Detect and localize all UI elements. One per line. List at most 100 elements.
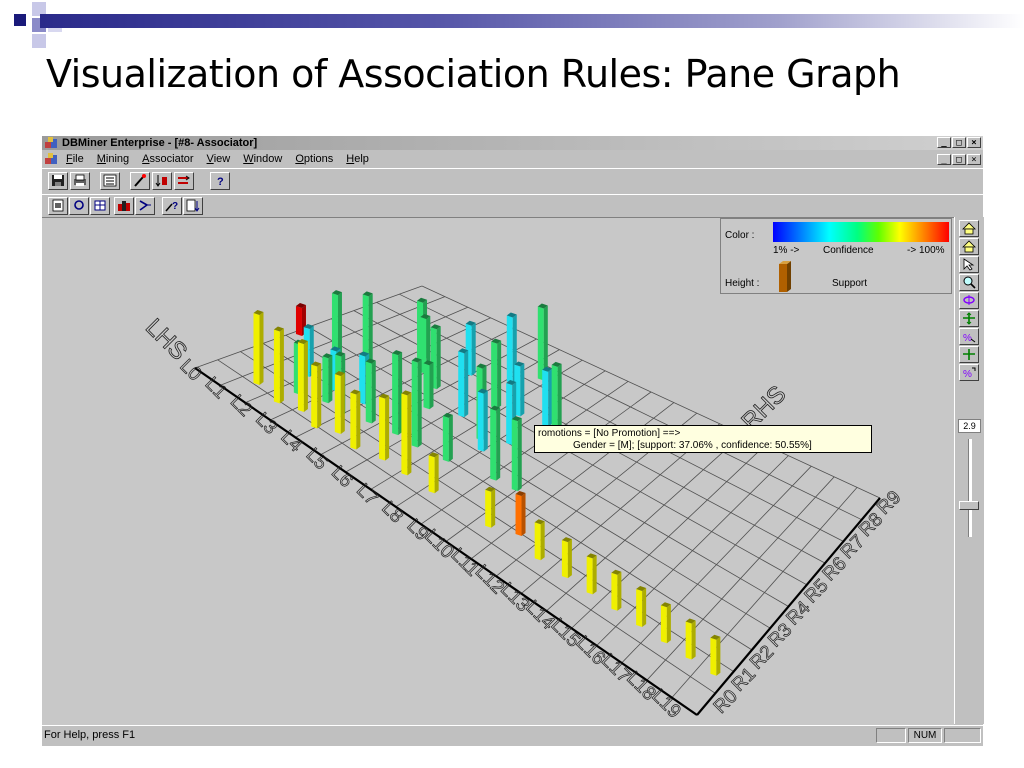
lhs-axis-title: LHS [140,314,192,366]
menu-window[interactable]: Window [243,151,282,167]
chevron-right-icon [139,200,151,211]
menubar: File Mining Associator View Window Optio… [42,151,983,167]
page-icon [52,199,64,212]
bars-icon [118,201,130,211]
lhs-tick-label: L4 [276,427,306,457]
legend-color-label: Color : [725,230,755,241]
pane-graph: L0L1L2L3L4L5L6L7L8L9L10L11L12L13L14L15L1… [140,285,906,723]
svg-text:%: % [963,369,972,379]
menu-options[interactable]: Options [295,151,333,167]
rule-bar [273,326,284,404]
save-button[interactable] [48,172,68,190]
home-icon [962,240,976,253]
magnifier-icon [963,276,976,289]
page-setup-button[interactable] [48,197,68,215]
scale-icon: % [963,333,976,343]
properties-button[interactable] [100,172,120,190]
view-tools-sidebar: % % 2.9 [954,217,984,724]
legend-height-title: Support [832,278,868,289]
select-tool-button[interactable] [959,256,979,273]
rule-bar [297,339,308,413]
menu-help[interactable]: Help [346,151,369,167]
maximize-button[interactable]: □ [952,137,966,148]
zoom-tool-button[interactable] [959,274,979,291]
document-icon[interactable] [45,153,59,165]
move-icon [963,312,975,325]
lhs-tick-label: L0 [176,356,206,386]
rhs-tick-label: R9 [873,487,905,519]
status-num: NUM [908,728,942,743]
rule-bar [511,416,522,492]
svg-text:?: ? [217,176,224,187]
legend-color-max: -> 100% [907,245,945,256]
minimize-button[interactable]: _ [937,137,951,148]
main-toolbar: ? [42,168,983,193]
rule-bar [411,357,422,448]
wizard-button[interactable] [130,172,150,190]
help-button[interactable]: ? [210,172,230,190]
close-button[interactable]: × [967,137,981,148]
lhs-tick-label: L3 [251,409,281,439]
rotate-icon [963,295,975,305]
doc-restore-button[interactable]: □ [952,154,966,165]
fit-tool-button[interactable]: % [959,364,979,381]
rule-bar [660,602,671,644]
header-gradient-bar [40,14,1024,28]
pan-tool-button[interactable] [959,346,979,363]
rule-bar [392,350,403,436]
doc-minimize-button[interactable]: _ [937,154,951,165]
view-toolbar: ? [42,194,983,217]
legend-height-label: Height : [725,278,760,289]
rule-bar [491,338,502,409]
sort-list-icon [186,199,200,212]
menu-mining[interactable]: Mining [97,151,129,167]
scale-tool-button[interactable]: % [959,328,979,345]
sort-button[interactable] [152,172,172,190]
corner-squares-decoration [14,2,62,48]
menu-view[interactable]: View [207,151,231,167]
lhs-tick-label: L1 [201,373,231,403]
bar-view-button[interactable] [114,197,134,215]
rule-bar [636,585,647,627]
query-button[interactable]: ? [162,197,182,215]
rotate-tool-button[interactable] [959,292,979,309]
pane-view-button[interactable] [135,197,155,215]
legend-color-min: 1% -> [773,245,800,256]
home-all-button[interactable] [959,238,979,255]
rotate-icon [74,200,84,210]
grid-button[interactable] [90,197,110,215]
window-title: DBMiner Enterprise - [#8- Associator] [62,137,258,149]
menu-file[interactable]: File [66,151,84,167]
home-button[interactable] [959,220,979,237]
rule-bar [311,361,322,429]
print-button[interactable] [70,172,90,190]
help-icon: ? [217,176,224,187]
status-bar: For Help, press F1 NUM [42,725,983,746]
rule-bar [442,412,453,462]
zoom-slider-track[interactable] [968,439,972,537]
sort-list-button[interactable] [183,197,203,215]
rule-bar [428,452,439,494]
move-tool-button[interactable] [959,310,979,327]
rule-bar [477,388,488,452]
confidence-color-scale [773,222,949,242]
query-icon: ? [165,201,178,212]
lhs-tick-label: L7 [352,480,382,510]
rule-bar [485,486,496,528]
window-titlebar[interactable]: DBMiner Enterprise - [#8- Associator] _ … [42,136,983,150]
rhs-axis-edge [696,497,881,716]
doc-close-button[interactable]: × [967,154,981,165]
rotate-button[interactable] [69,197,89,215]
zoom-value[interactable]: 2.9 [958,419,981,433]
rule-bar [515,491,526,536]
rule-bar [685,618,696,660]
pane-graph-canvas[interactable]: L0 L1 L2 L3 L4 L5 L6 L7 L8 L9 L10 L11 L12 L13 L14 L15 L1… [42,217,954,725]
pointer-icon [963,258,975,271]
zoom-slider-thumb[interactable] [959,500,979,510]
filter-button[interactable] [174,172,194,190]
rule-bar [490,405,501,481]
rule-tooltip: romotions = [No Promotion] ==> Gender = … [534,425,872,453]
menu-associator[interactable]: Associator [142,151,193,167]
pan-icon [963,349,975,360]
rule-bar [423,360,434,410]
